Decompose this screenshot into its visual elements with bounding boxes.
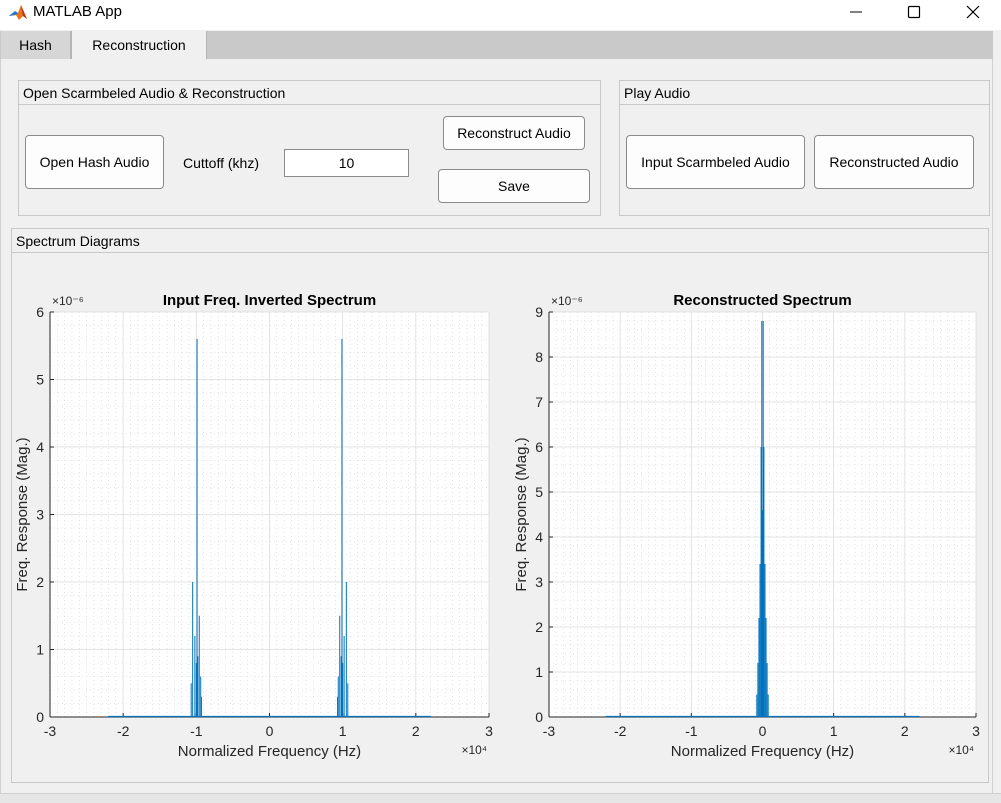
x-axis-label: Normalized Frequency (Hz) (178, 743, 361, 760)
chart-title: Input Freq. Inverted Spectrum (163, 292, 376, 309)
x-exponent-label: ×10⁴ (461, 743, 487, 757)
y-exponent-label: ×10⁻⁶ (52, 294, 84, 308)
x-tick-label: 2 (412, 723, 420, 739)
y-tick-label: 7 (535, 394, 543, 410)
y-tick-label: 4 (36, 439, 44, 455)
y-tick-label: 5 (535, 484, 543, 500)
y-tick-label: 6 (535, 439, 543, 455)
y-tick-label: 1 (36, 642, 44, 658)
y-exponent-label: ×10⁻⁶ (551, 294, 583, 308)
y-axis-label: Freq. Response (Mag.) (513, 437, 530, 591)
y-tick-label: 3 (535, 574, 543, 590)
y-tick-label: 6 (36, 304, 44, 320)
chart-1: -3 -2 -1 0 1 2 3 0 1 2 3 4 5 6 ×10⁻⁶ ×10⁴ Input Freq. In… (14, 292, 493, 760)
x-tick-label: -2 (614, 723, 627, 739)
spectrum-charts: -3 -2 -1 0 1 2 3 0 1 2 3 4 5 6 ×10⁻⁶ ×10⁴ Input Freq. In… (14, 292, 980, 760)
x-tick-label: -3 (543, 723, 556, 739)
chart-title: Reconstructed Spectrum (673, 292, 851, 309)
x-tick-label: 3 (485, 723, 493, 739)
x-tick-label: -1 (685, 723, 698, 739)
x-tick-label: 1 (339, 723, 347, 739)
y-axis-label: Freq. Response (Mag.) (14, 437, 31, 591)
y-tick-label: 1 (535, 664, 543, 680)
x-tick-label: -2 (117, 723, 130, 739)
y-tick-label: 2 (535, 619, 543, 635)
x-tick-label: 1 (830, 723, 838, 739)
y-tick-label: 9 (535, 304, 543, 320)
y-tick-label: 0 (36, 709, 44, 725)
chart-2: -3 -2 -1 0 1 2 3 0 1 2 3 4 5 6 7 8 9 ×10⁻⁶ ×10⁴ Reconstruct… (513, 292, 980, 760)
y-tick-label: 4 (535, 529, 543, 545)
y-tick-label: 8 (535, 349, 543, 365)
y-tick-label: 0 (535, 709, 543, 725)
x-tick-label: 3 (972, 723, 980, 739)
x-exponent-label: ×10⁴ (948, 743, 974, 757)
y-tick-label: 3 (36, 507, 44, 523)
x-tick-label: 0 (266, 723, 274, 739)
y-tick-label: 5 (36, 372, 44, 388)
x-axis-label: Normalized Frequency (Hz) (671, 743, 854, 760)
y-tick-label: 2 (36, 574, 44, 590)
x-tick-label: 2 (901, 723, 909, 739)
x-tick-label: 0 (759, 723, 767, 739)
x-tick-label: -1 (190, 723, 203, 739)
x-tick-label: -3 (44, 723, 57, 739)
